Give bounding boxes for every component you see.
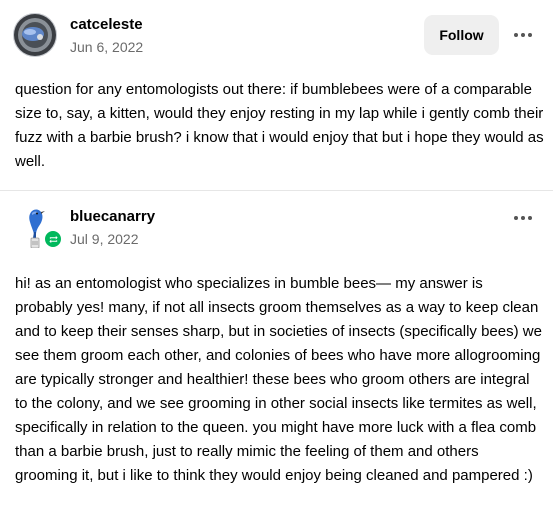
post-date[interactable]: Jun 6, 2022 — [70, 39, 143, 55]
more-options-icon[interactable] — [509, 25, 537, 45]
post-original: catceleste Jun 6, 2022 Follow question f… — [0, 0, 553, 190]
follow-button[interactable]: Follow — [424, 15, 499, 55]
avatar-image — [13, 13, 57, 57]
post-date[interactable]: Jul 9, 2022 — [70, 231, 139, 247]
more-options-icon[interactable] — [509, 208, 537, 228]
avatar[interactable] — [13, 13, 57, 57]
post-reply: bluecanarry Jul 9, 2022 hi! as an entomo… — [0, 191, 553, 525]
username[interactable]: bluecanarry — [70, 208, 155, 225]
post-body: hi! as an entomologist who specializes i… — [15, 275, 542, 484]
post-body: question for any entomologists out there… — [15, 81, 544, 170]
reblog-icon — [43, 229, 63, 249]
username[interactable]: catceleste — [70, 16, 143, 33]
